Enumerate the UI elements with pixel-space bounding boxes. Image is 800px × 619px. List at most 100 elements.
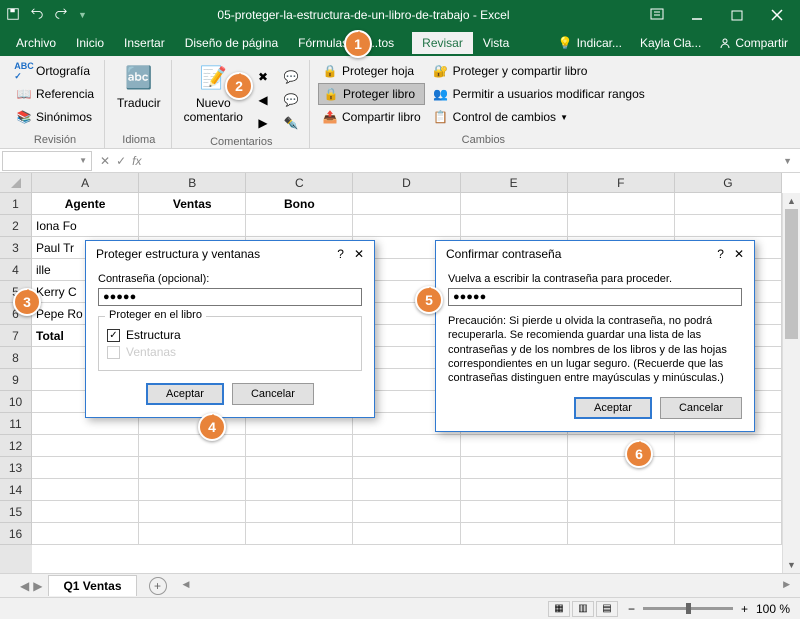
prev-comment-button[interactable]: ◀ bbox=[251, 89, 275, 111]
allow-users-button[interactable]: 👥Permitir a usuarios modificar rangos bbox=[429, 83, 649, 105]
dialog2-close-icon[interactable]: ✕ bbox=[734, 247, 744, 261]
row-header-13[interactable]: 13 bbox=[0, 457, 32, 479]
cell[interactable] bbox=[139, 457, 246, 479]
cell[interactable] bbox=[353, 523, 460, 545]
dialog1-help-icon[interactable]: ? bbox=[337, 247, 344, 261]
cell[interactable]: Iona Fo bbox=[32, 215, 139, 237]
cell[interactable] bbox=[675, 479, 782, 501]
research-button[interactable]: 📖Referencia bbox=[12, 83, 98, 105]
col-header-C[interactable]: C bbox=[246, 173, 353, 193]
show-comment-button[interactable]: 💬 bbox=[279, 66, 303, 88]
formula-input[interactable] bbox=[149, 151, 777, 171]
next-comment-button[interactable]: ▶ bbox=[251, 112, 275, 134]
tab-nav-prev-icon[interactable]: ◀ bbox=[20, 579, 29, 593]
cell[interactable] bbox=[568, 457, 675, 479]
cell[interactable] bbox=[568, 193, 675, 215]
cell[interactable] bbox=[675, 193, 782, 215]
scroll-thumb[interactable] bbox=[785, 209, 798, 339]
cell[interactable] bbox=[461, 523, 568, 545]
track-changes-button[interactable]: 📋Control de cambios ▼ bbox=[429, 106, 649, 128]
zoom-in-button[interactable]: + bbox=[741, 602, 748, 616]
page-layout-icon[interactable]: ▥ bbox=[572, 601, 594, 617]
cell[interactable] bbox=[32, 479, 139, 501]
password-input[interactable] bbox=[98, 288, 362, 306]
tab-inicio[interactable]: Inicio bbox=[66, 32, 114, 54]
tab-revisar[interactable]: Revisar bbox=[412, 32, 473, 54]
dialog2-ok-button[interactable]: Aceptar bbox=[574, 397, 652, 419]
enter-formula-icon[interactable]: ✓ bbox=[116, 154, 126, 168]
tab-vista[interactable]: Vista bbox=[473, 32, 519, 54]
zoom-level[interactable]: 100 % bbox=[756, 602, 790, 616]
col-header-D[interactable]: D bbox=[353, 173, 460, 193]
cell[interactable] bbox=[675, 457, 782, 479]
protect-sheet-button[interactable]: 🔒Proteger hoja bbox=[318, 60, 425, 82]
cell[interactable] bbox=[246, 523, 353, 545]
cell[interactable] bbox=[32, 523, 139, 545]
cell[interactable] bbox=[246, 501, 353, 523]
share-workbook-button[interactable]: 📤Compartir libro bbox=[318, 106, 425, 128]
vertical-scrollbar[interactable]: ▲ ▼ bbox=[782, 193, 800, 573]
close-icon[interactable] bbox=[760, 3, 794, 27]
undo-icon[interactable] bbox=[30, 7, 44, 24]
protect-share-button[interactable]: 🔐Proteger y compartir libro bbox=[429, 60, 649, 82]
share-button[interactable]: Compartir bbox=[713, 33, 794, 53]
normal-view-icon[interactable]: ▦ bbox=[548, 601, 570, 617]
cell[interactable] bbox=[568, 523, 675, 545]
show-ink-button[interactable]: ✒️ bbox=[279, 112, 303, 134]
page-break-icon[interactable]: ▤ bbox=[596, 601, 618, 617]
scroll-down-icon[interactable]: ▼ bbox=[783, 557, 800, 573]
dialog1-close-icon[interactable]: ✕ bbox=[354, 247, 364, 261]
cell[interactable] bbox=[32, 501, 139, 523]
cell[interactable] bbox=[675, 215, 782, 237]
cell[interactable] bbox=[568, 435, 675, 457]
cell[interactable] bbox=[139, 435, 246, 457]
cell[interactable]: Ventas bbox=[139, 193, 246, 215]
dialog1-ok-button[interactable]: Aceptar bbox=[146, 383, 224, 405]
cell[interactable] bbox=[675, 501, 782, 523]
scroll-up-icon[interactable]: ▲ bbox=[783, 193, 800, 209]
show-all-button[interactable]: 💬 bbox=[279, 89, 303, 111]
row-header-9[interactable]: 9 bbox=[0, 369, 32, 391]
col-header-E[interactable]: E bbox=[461, 173, 568, 193]
spelling-button[interactable]: ABC✓Ortografía bbox=[12, 60, 98, 82]
cell[interactable] bbox=[139, 501, 246, 523]
tell-me[interactable]: 💡Indicar... bbox=[552, 33, 628, 53]
row-header-2[interactable]: 2 bbox=[0, 215, 32, 237]
tab-insertar[interactable]: Insertar bbox=[114, 32, 175, 54]
cell[interactable] bbox=[353, 479, 460, 501]
row-header-16[interactable]: 16 bbox=[0, 523, 32, 545]
cell[interactable] bbox=[568, 215, 675, 237]
structure-checkbox[interactable]: ✓Estructura bbox=[107, 328, 353, 342]
col-header-B[interactable]: B bbox=[139, 173, 246, 193]
cell[interactable] bbox=[246, 479, 353, 501]
cell[interactable] bbox=[246, 435, 353, 457]
cell[interactable] bbox=[675, 523, 782, 545]
add-sheet-button[interactable]: + bbox=[149, 577, 167, 595]
row-header-15[interactable]: 15 bbox=[0, 501, 32, 523]
cell[interactable] bbox=[461, 435, 568, 457]
user-name[interactable]: Kayla Cla... bbox=[634, 33, 707, 53]
translate-button[interactable]: 🔤Traducir bbox=[113, 60, 165, 112]
col-header-G[interactable]: G bbox=[675, 173, 782, 193]
row-header-4[interactable]: 4 bbox=[0, 259, 32, 281]
cell[interactable] bbox=[568, 501, 675, 523]
fx-icon[interactable]: fx bbox=[132, 154, 141, 168]
cell[interactable]: Bono bbox=[246, 193, 353, 215]
tab-archivo[interactable]: Archivo bbox=[6, 32, 66, 54]
cell[interactable] bbox=[353, 457, 460, 479]
minimize-icon[interactable] bbox=[680, 3, 714, 27]
cell[interactable] bbox=[32, 457, 139, 479]
expand-formula-icon[interactable]: ▼ bbox=[777, 156, 798, 166]
col-header-F[interactable]: F bbox=[568, 173, 675, 193]
delete-comment-button[interactable]: ✖ bbox=[251, 66, 275, 88]
col-header-A[interactable]: A bbox=[32, 173, 139, 193]
zoom-slider[interactable] bbox=[643, 607, 733, 610]
tab-nav-next-icon[interactable]: ▶ bbox=[33, 579, 42, 593]
dialog2-cancel-button[interactable]: Cancelar bbox=[660, 397, 742, 419]
dialog2-help-icon[interactable]: ? bbox=[717, 247, 724, 261]
cancel-formula-icon[interactable]: ✕ bbox=[100, 154, 110, 168]
cell[interactable] bbox=[139, 215, 246, 237]
cell[interactable] bbox=[246, 457, 353, 479]
save-icon[interactable] bbox=[6, 7, 20, 24]
row-header-7[interactable]: 7 bbox=[0, 325, 32, 347]
